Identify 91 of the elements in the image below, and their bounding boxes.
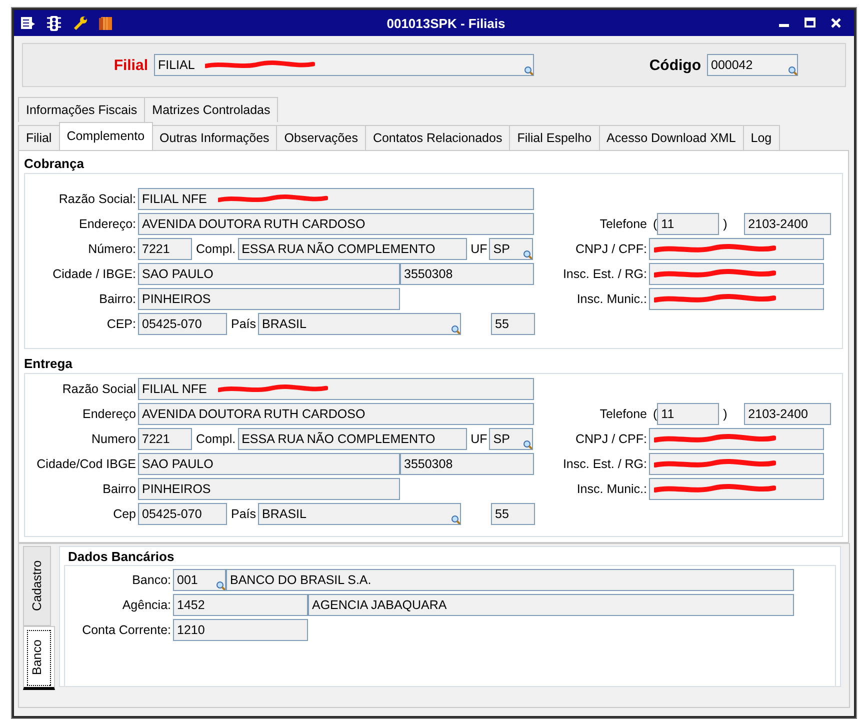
field-label: Telefone: [598, 407, 648, 421]
text-field[interactable]: AVENIDA DOUTORA RUTH CARDOSO: [138, 213, 534, 235]
field-label: Compl.: [195, 242, 237, 256]
field-label: País: [230, 317, 258, 331]
field-label: Agência:: [121, 598, 172, 612]
text-field[interactable]: FILIAL: [154, 54, 534, 76]
field-label: Endereço: [81, 407, 137, 421]
text-field[interactable]: PINHEIROS: [138, 288, 400, 310]
text-field[interactable]: [649, 478, 824, 500]
tab[interactable]: Cadastro: [23, 546, 51, 626]
text-field[interactable]: 11: [657, 213, 720, 235]
field-label: Código: [648, 56, 702, 74]
field-label: UF: [470, 242, 488, 256]
field-label: Razão Social:: [58, 192, 137, 206]
text-field[interactable]: 55: [491, 503, 536, 525]
field-label: CNPJ / CPF:: [574, 242, 648, 256]
text-field[interactable]: 55: [491, 313, 536, 335]
list-icon: [20, 15, 36, 31]
section-title: Dados Bancários: [67, 549, 176, 565]
books-icon: [98, 15, 114, 31]
field-label: Numero: [90, 432, 137, 446]
text-field[interactable]: PINHEIROS: [138, 478, 400, 500]
field-label: Insc. Est. / RG:: [562, 457, 648, 471]
text-field[interactable]: BRASIL: [258, 503, 462, 525]
tab[interactable]: Complemento: [58, 122, 153, 150]
field-label: Razão Social: [61, 382, 137, 396]
text-field[interactable]: AVENIDA DOUTORA RUTH CARDOSO: [138, 403, 534, 425]
text-field[interactable]: ESSA RUA NÃO COMPLEMENTO: [238, 428, 467, 450]
text-field[interactable]: 3550308: [400, 453, 534, 475]
text-field[interactable]: SAO PAULO: [138, 263, 400, 285]
text-field[interactable]: 1452: [173, 594, 308, 616]
text-field[interactable]: [649, 263, 824, 285]
field-label: Banco:: [131, 573, 172, 587]
field-label: Cidade/Cod IBGE: [36, 457, 137, 471]
field-label: Endereço:: [78, 217, 137, 231]
field-label: Número:: [87, 242, 137, 256]
text-field[interactable]: 7221: [138, 238, 192, 260]
paren-text: ): [722, 217, 728, 231]
section-title: Cobrança: [24, 155, 85, 173]
text-field[interactable]: BRASIL: [258, 313, 462, 335]
text-field[interactable]: SP: [489, 238, 534, 260]
text-field[interactable]: 2103-2400: [744, 403, 832, 425]
tab[interactable]: Informações Fiscais: [18, 97, 146, 122]
text-field[interactable]: 05425-070: [138, 503, 227, 525]
text-field[interactable]: FILIAL NFE: [138, 188, 534, 210]
text-field[interactable]: [649, 238, 824, 260]
field-label: CNPJ / CPF:: [574, 432, 648, 446]
close-icon[interactable]: [830, 17, 842, 29]
text-field[interactable]: 05425-070: [138, 313, 227, 335]
text-field[interactable]: 3550308: [400, 263, 534, 285]
field-label: UF: [470, 432, 488, 446]
text-field[interactable]: FILIAL NFE: [138, 378, 534, 400]
text-field[interactable]: [649, 288, 824, 310]
text-field[interactable]: ESSA RUA NÃO COMPLEMENTO: [238, 238, 467, 260]
field-label: Bairro: [102, 482, 137, 496]
tab[interactable]: Matrizes Controladas: [144, 97, 278, 122]
text-field[interactable]: 2103-2400: [744, 213, 832, 235]
field-label: Filial: [112, 56, 149, 74]
tab[interactable]: Log: [742, 125, 780, 150]
paren-text: (: [652, 217, 658, 231]
paren-text: ): [722, 407, 728, 421]
text-field[interactable]: 11: [657, 403, 720, 425]
traffic-light-icon: [46, 14, 62, 32]
tab[interactable]: Banco: [23, 626, 55, 690]
text-field[interactable]: 7221: [138, 428, 192, 450]
field-label: Bairro:: [98, 292, 137, 306]
field-label: Compl.: [195, 432, 237, 446]
field-label: Cep: [112, 507, 137, 521]
field-label: Insc. Est. / RG:: [562, 267, 648, 281]
field-label: País: [230, 507, 258, 521]
field-label: Insc. Munic.:: [576, 292, 648, 306]
maximize-icon[interactable]: [804, 17, 816, 29]
text-field[interactable]: SP: [489, 428, 534, 450]
paren-text: (: [652, 407, 658, 421]
field-label: Insc. Munic.:: [576, 482, 648, 496]
text-field[interactable]: [649, 453, 824, 475]
section-title: Entrega: [24, 355, 74, 373]
text-field[interactable]: AGENCIA JABAQUARA: [308, 594, 794, 616]
field-label: Cidade / IBGE:: [52, 267, 137, 281]
field-label: CEP:: [106, 317, 137, 331]
field-label: Telefone: [598, 217, 648, 231]
window-title: 001013SPK - Filiais: [386, 16, 506, 30]
text-field[interactable]: 1210: [173, 619, 308, 641]
tab[interactable]: Filial: [18, 125, 60, 150]
text-field[interactable]: 001: [173, 569, 226, 591]
text-field[interactable]: BANCO DO BRASIL S.A.: [226, 569, 794, 591]
field-label: Conta Corrente:: [81, 623, 172, 637]
text-field[interactable]: [649, 428, 824, 450]
wrench-icon: [72, 15, 88, 31]
text-field[interactable]: SAO PAULO: [138, 453, 400, 475]
text-field[interactable]: 000042: [707, 54, 798, 76]
